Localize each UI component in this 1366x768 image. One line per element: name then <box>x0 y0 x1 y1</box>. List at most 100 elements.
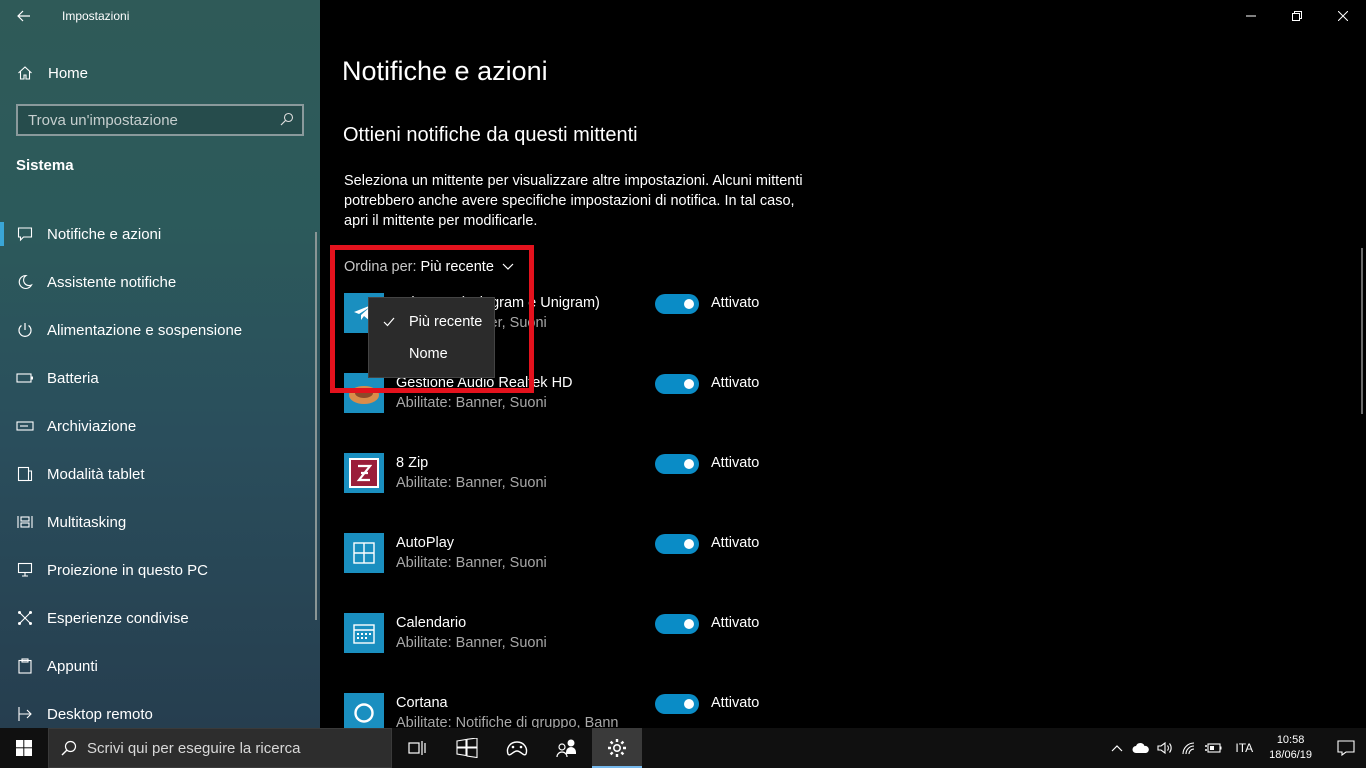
sidebar-item-assistente[interactable]: Assistente notifiche <box>0 258 320 306</box>
sidebar-item-notifiche[interactable]: Notifiche e azioni <box>0 210 320 258</box>
sidebar-item-appunti[interactable]: Appunti <box>0 642 320 690</box>
sender-name: Calendario <box>396 615 467 631</box>
sidebar-item-desktop-remoto[interactable]: Desktop remoto <box>0 690 320 728</box>
main-content: Notifiche e azioni Ottieni notifiche da … <box>320 0 1366 728</box>
main-scrollbar[interactable] <box>1361 248 1363 414</box>
power-icon <box>16 321 34 339</box>
minimize-icon <box>1246 15 1256 17</box>
notification-toggle[interactable] <box>655 534 699 554</box>
sidebar-item-label: Desktop remoto <box>47 705 153 723</box>
action-center-button[interactable] <box>1326 728 1366 768</box>
sidebar-item-label: Esperienze condivise <box>47 609 189 627</box>
clock-date: 18/06/19 <box>1269 749 1312 761</box>
multitasking-icon <box>16 513 34 531</box>
sidebar-item-label: Modalità tablet <box>47 465 145 483</box>
sidebar-item-label: Archiviazione <box>47 417 137 435</box>
settings-search-box[interactable] <box>16 104 304 136</box>
taskbar-search-input[interactable] <box>87 739 367 757</box>
settings-sidebar: Impostazioni Home Sistema Notifiche e az… <box>0 0 320 728</box>
toggle-label: Attivato <box>711 535 760 551</box>
settings-search-input[interactable] <box>28 111 273 129</box>
minimize-button[interactable] <box>1228 0 1274 32</box>
sender-status: Abilitate: Banner, Suoni <box>396 635 547 651</box>
sidebar-nav: Notifiche e azioni Assistente notifiche … <box>0 210 320 728</box>
notification-toggle[interactable] <box>655 374 699 394</box>
toggle-label: Attivato <box>711 695 760 711</box>
sender-status: Abilitate: Banner, Suoni <box>396 395 547 411</box>
tablet-icon <box>16 465 34 483</box>
windows-store-icon <box>456 738 478 758</box>
network-tray[interactable] <box>1177 728 1201 768</box>
sender-row[interactable]: 8 Zip Abilitate: Banner, Suoni Attivato <box>344 453 1044 513</box>
sidebar-home[interactable]: Home <box>0 56 320 90</box>
clipboard-icon <box>16 657 34 675</box>
taskbar-app-xbox[interactable] <box>492 728 542 768</box>
sidebar-item-label: Assistente notifiche <box>47 273 177 291</box>
shared-icon <box>16 609 34 627</box>
wifi-icon <box>1182 742 1195 755</box>
restore-icon <box>1292 11 1302 21</box>
close-button[interactable] <box>1320 0 1366 32</box>
taskbar: ITA 10:58 18/06/19 <box>0 728 1366 768</box>
sender-name: 8 Zip <box>396 455 429 471</box>
remote-icon <box>16 705 34 723</box>
autoplay-icon <box>344 533 384 573</box>
gear-icon <box>608 739 626 757</box>
search-icon[interactable] <box>280 112 294 131</box>
search-icon <box>61 740 77 756</box>
taskbar-app-people[interactable] <box>542 728 592 768</box>
taskbar-app-windows[interactable] <box>442 728 492 768</box>
sidebar-item-tablet[interactable]: Modalità tablet <box>0 450 320 498</box>
sender-status: Abilitate: Banner, Suoni <box>396 555 547 571</box>
page-title: Notifiche e azioni <box>342 56 548 86</box>
chevron-up-icon <box>1111 745 1123 752</box>
sidebar-item-label: Multitasking <box>47 513 127 531</box>
start-button[interactable] <box>0 728 48 768</box>
title-bar: Impostazioni <box>0 0 320 32</box>
maximize-button[interactable] <box>1274 0 1320 32</box>
storage-icon <box>16 417 34 435</box>
notification-toggle[interactable] <box>655 294 699 314</box>
sender-row[interactable]: Cortana Abilitate: Notifiche di gruppo, … <box>344 693 1044 728</box>
battery-tray[interactable] <box>1201 728 1225 768</box>
sidebar-item-proiezione[interactable]: Proiezione in questo PC <box>0 546 320 594</box>
sender-status: Abilitate: Notifiche di gruppo, Bann <box>396 715 619 728</box>
notification-toggle[interactable] <box>655 614 699 634</box>
description-text: Seleziona un mittente per visualizzare a… <box>344 173 803 229</box>
sidebar-item-batteria[interactable]: Batteria <box>0 354 320 402</box>
back-button[interactable] <box>8 2 40 30</box>
clock[interactable]: 10:58 18/06/19 <box>1269 733 1312 763</box>
sender-name: Cortana <box>396 695 448 711</box>
xbox-icon <box>506 741 528 756</box>
sidebar-item-label: Alimentazione e sospensione <box>47 321 243 339</box>
notification-toggle[interactable] <box>655 454 699 474</box>
sidebar-item-esperienze[interactable]: Esperienze condivise <box>0 594 320 642</box>
notification-icon <box>16 225 34 243</box>
toggle-label: Attivato <box>711 455 760 471</box>
onedrive-tray[interactable] <box>1129 728 1153 768</box>
home-icon <box>17 65 33 81</box>
input-language[interactable]: ITA <box>1235 741 1253 755</box>
sidebar-item-archiviazione[interactable]: Archiviazione <box>0 402 320 450</box>
taskbar-search[interactable] <box>48 728 392 768</box>
8zip-icon <box>344 453 384 493</box>
sidebar-item-label: Proiezione in questo PC <box>47 561 208 579</box>
volume-tray[interactable] <box>1153 728 1177 768</box>
sidebar-item-multitasking[interactable]: Multitasking <box>0 498 320 546</box>
section-title: Sistema <box>16 157 74 174</box>
sidebar-item-label: Batteria <box>47 369 99 387</box>
sidebar-item-label: Notifiche e azioni <box>47 225 162 243</box>
section-subtitle: Ottieni notifiche da questi mittenti <box>343 124 638 146</box>
taskbar-app-settings[interactable] <box>592 728 642 768</box>
moon-icon <box>16 273 34 291</box>
projection-icon <box>16 561 34 579</box>
sender-row[interactable]: AutoPlay Abilitate: Banner, Suoni Attiva… <box>344 533 1044 593</box>
notification-toggle[interactable] <box>655 694 699 714</box>
task-view-button[interactable] <box>392 728 442 768</box>
show-hidden-icons[interactable] <box>1105 728 1129 768</box>
sidebar-item-alimentazione[interactable]: Alimentazione e sospensione <box>0 306 320 354</box>
sidebar-scrollbar[interactable] <box>315 232 317 620</box>
cortana-icon <box>344 693 384 728</box>
highlight-annotation <box>330 245 534 393</box>
sender-row[interactable]: Calendario Abilitate: Banner, Suoni Atti… <box>344 613 1044 673</box>
